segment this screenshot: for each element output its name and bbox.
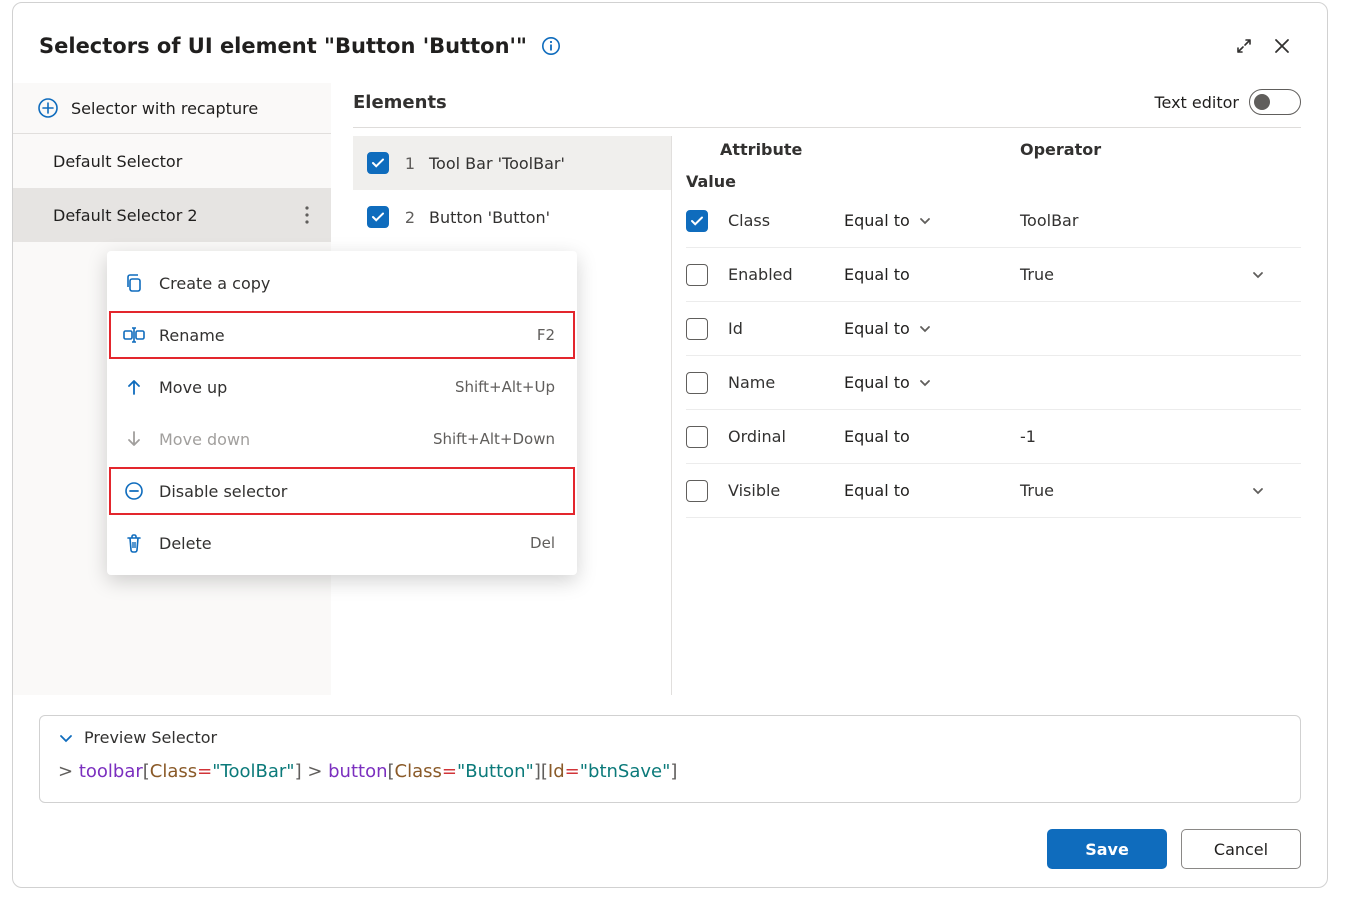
attribute-row: Ordinal Equal to -1 (686, 410, 1301, 464)
operator-dropdown[interactable]: Equal to (844, 373, 1014, 392)
attribute-name: Ordinal (728, 427, 838, 446)
chevron-down-icon (918, 322, 932, 336)
element-checkbox[interactable] (367, 206, 389, 228)
element-row[interactable]: 1 Tool Bar 'ToolBar' (353, 136, 671, 190)
menu-item-shortcut: F2 (537, 326, 555, 344)
operator-dropdown[interactable]: Equal to (844, 319, 1014, 338)
attribute-checkbox[interactable] (686, 210, 708, 232)
attribute-row: Class Equal to ToolBar (686, 194, 1301, 248)
attribute-name: Name (728, 373, 838, 392)
dialog-title: Selectors of UI element "Button 'Button'… (39, 34, 527, 58)
attribute-name: Visible (728, 481, 838, 500)
attribute-name: Id (728, 319, 838, 338)
attribute-checkbox[interactable] (686, 426, 708, 448)
menu-item-label: Disable selector (159, 482, 287, 501)
menu-item-moveup[interactable]: Move up Shift+Alt+Up (107, 361, 577, 413)
expand-icon[interactable] (1225, 27, 1263, 65)
close-icon[interactable] (1263, 27, 1301, 65)
menu-item-shortcut: Del (530, 534, 555, 552)
element-index: 1 (403, 154, 415, 173)
menu-item-label: Move up (159, 378, 227, 397)
menu-item-movedn: Move down Shift+Alt+Down (107, 413, 577, 465)
operator-dropdown[interactable]: Equal to (844, 481, 1014, 500)
chevron-down-icon (1251, 268, 1301, 282)
chevron-down-icon (1251, 484, 1301, 498)
more-icon[interactable] (293, 201, 321, 229)
dialog-header: Selectors of UI element "Button 'Button'… (13, 3, 1327, 65)
info-icon[interactable] (541, 36, 561, 56)
operator-dropdown[interactable]: Equal to (844, 265, 1014, 284)
element-index: 2 (403, 208, 415, 227)
attribute-checkbox[interactable] (686, 480, 708, 502)
attribute-row: Enabled Equal to True (686, 248, 1301, 302)
selector-item-label: Default Selector 2 (53, 206, 198, 225)
attribute-value[interactable]: ToolBar (1020, 211, 1301, 230)
chevron-down-icon (58, 730, 74, 746)
selector-item[interactable]: Default Selector 2 (13, 188, 331, 242)
preview-heading: Preview Selector (84, 728, 217, 747)
selector-dialog: Selectors of UI element "Button 'Button'… (12, 2, 1328, 888)
selector-item-label: Default Selector (53, 152, 182, 171)
menu-item-label: Create a copy (159, 274, 270, 293)
attribute-row: Visible Equal to True (686, 464, 1301, 518)
text-editor-label: Text editor (1154, 93, 1239, 112)
operator-dropdown[interactable]: Equal to (844, 427, 1014, 446)
text-editor-toggle[interactable] (1249, 89, 1301, 115)
menu-item-shortcut: Shift+Alt+Up (455, 378, 555, 396)
up-icon (123, 376, 145, 398)
elements-heading: Elements (353, 92, 447, 113)
chevron-down-icon (918, 214, 932, 228)
attribute-name: Enabled (728, 265, 838, 284)
menu-item-delete[interactable]: Delete Del (107, 517, 577, 569)
attributes-panel: Attribute Operator Value Class Equal to To… (671, 136, 1301, 695)
col-attribute: Attribute (686, 140, 838, 159)
preview-toggle[interactable]: Preview Selector (58, 728, 1282, 747)
attribute-row: Name Equal to (686, 356, 1301, 410)
attribute-value[interactable]: True (1020, 481, 1301, 500)
preview-selector-panel: Preview Selector > toolbar[Class="ToolBa… (39, 715, 1301, 803)
add-selector-button[interactable]: Selector with recapture (13, 83, 331, 134)
chevron-down-icon (918, 376, 932, 390)
menu-item-rename[interactable]: Rename F2 (107, 309, 577, 361)
attribute-name: Class (728, 211, 838, 230)
trash-icon (123, 532, 145, 554)
plus-circle-icon (37, 97, 59, 119)
menu-item-label: Rename (159, 326, 225, 345)
rename-icon (123, 324, 145, 346)
selector-context-menu: Create a copy Rename F2 Move up Shift+Alt+Up… (107, 251, 577, 575)
menu-item-shortcut: Shift+Alt+Down (433, 430, 555, 448)
operator-dropdown[interactable]: Equal to (844, 211, 1014, 230)
cancel-button[interactable]: Cancel (1181, 829, 1301, 869)
attribute-value[interactable]: -1 (1020, 427, 1301, 446)
element-label: Button 'Button' (429, 208, 550, 227)
copy-icon (123, 272, 145, 294)
col-operator: Operator (1020, 140, 1301, 159)
attribute-row: Id Equal to (686, 302, 1301, 356)
menu-item-copy[interactable]: Create a copy (107, 257, 577, 309)
menu-item-disable[interactable]: Disable selector (107, 465, 577, 517)
element-row[interactable]: 2 Button 'Button' (353, 190, 671, 244)
attribute-checkbox[interactable] (686, 372, 708, 394)
element-label: Tool Bar 'ToolBar' (429, 154, 565, 173)
attribute-checkbox[interactable] (686, 318, 708, 340)
menu-item-label: Move down (159, 430, 250, 449)
selector-item[interactable]: Default Selector (13, 134, 331, 188)
dialog-footer: Save Cancel (13, 803, 1327, 887)
attribute-value[interactable]: True (1020, 265, 1301, 284)
menu-item-label: Delete (159, 534, 212, 553)
attribute-checkbox[interactable] (686, 264, 708, 286)
col-value: Value (686, 172, 722, 191)
preview-code: > toolbar[Class="ToolBar"] > button[Clas… (58, 761, 1282, 782)
minus-icon (123, 480, 145, 502)
save-button[interactable]: Save (1047, 829, 1167, 869)
down-icon (123, 428, 145, 450)
add-selector-label: Selector with recapture (71, 99, 258, 118)
element-checkbox[interactable] (367, 152, 389, 174)
